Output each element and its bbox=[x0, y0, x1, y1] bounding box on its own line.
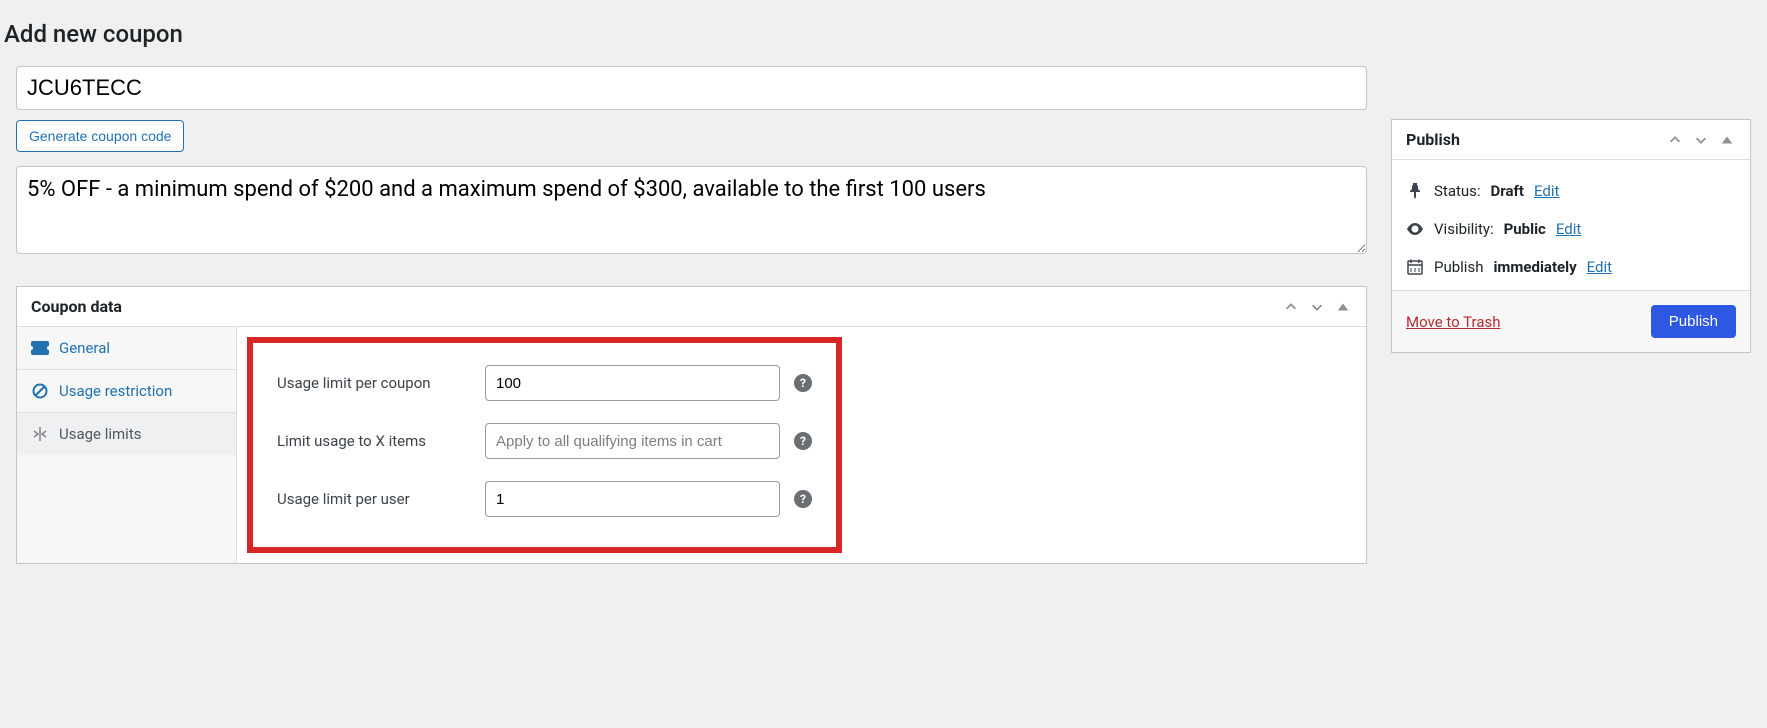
publish-title: Publish bbox=[1406, 130, 1460, 149]
usage-limit-per-coupon-label: Usage limit per coupon bbox=[277, 374, 471, 392]
coupon-data-metabox: Coupon data bbox=[16, 286, 1367, 564]
visibility-label: Visibility: bbox=[1434, 220, 1494, 238]
panel-move-down-icon[interactable] bbox=[1310, 300, 1326, 314]
schedule-label: Publish bbox=[1434, 258, 1483, 276]
panel-move-down-icon[interactable] bbox=[1694, 133, 1710, 147]
panel-toggle-icon[interactable] bbox=[1720, 133, 1736, 147]
usage-limit-per-coupon-input[interactable] bbox=[485, 365, 780, 401]
coupon-data-header: Coupon data bbox=[17, 287, 1366, 327]
tab-usage-limits-label: Usage limits bbox=[59, 425, 141, 443]
status-row: Status: Draft Edit bbox=[1406, 172, 1736, 210]
ticket-icon bbox=[31, 341, 49, 355]
help-icon[interactable]: ? bbox=[794, 432, 812, 450]
visibility-value: Public bbox=[1504, 220, 1546, 238]
help-icon[interactable]: ? bbox=[794, 490, 812, 508]
publish-button[interactable]: Publish bbox=[1651, 305, 1736, 338]
panel-toggle-icon[interactable] bbox=[1336, 300, 1352, 314]
tab-usage-limits[interactable]: Usage limits bbox=[17, 413, 236, 455]
metabox-controls bbox=[1284, 300, 1352, 314]
page-title: Add new coupon bbox=[4, 20, 1767, 48]
tab-general-label: General bbox=[59, 339, 110, 357]
usage-limit-per-user-input[interactable] bbox=[485, 481, 780, 517]
status-value: Draft bbox=[1491, 182, 1524, 200]
move-to-trash-link[interactable]: Move to Trash bbox=[1406, 313, 1500, 331]
publish-metabox: Publish bbox=[1391, 119, 1751, 353]
visibility-row: Visibility: Public Edit bbox=[1406, 210, 1736, 248]
limit-usage-x-items-label: Limit usage to X items bbox=[277, 432, 471, 450]
eye-icon bbox=[1406, 223, 1424, 235]
limit-usage-x-items-input[interactable] bbox=[485, 423, 780, 459]
ban-icon bbox=[31, 383, 49, 399]
schedule-value: immediately bbox=[1493, 258, 1576, 276]
schedule-row: Publish immediately Edit bbox=[1406, 248, 1736, 286]
pin-icon bbox=[1406, 183, 1424, 199]
arrows-collapse-icon bbox=[31, 426, 49, 442]
usage-limit-per-user-label: Usage limit per user bbox=[277, 490, 471, 508]
tab-general[interactable]: General bbox=[17, 327, 236, 370]
tab-usage-restriction[interactable]: Usage restriction bbox=[17, 370, 236, 413]
panel-move-up-icon[interactable] bbox=[1668, 133, 1684, 147]
edit-schedule-link[interactable]: Edit bbox=[1587, 258, 1612, 276]
publish-header: Publish bbox=[1392, 120, 1750, 160]
coupon-data-title: Coupon data bbox=[31, 297, 122, 316]
metabox-controls bbox=[1668, 133, 1736, 147]
highlighted-region: Usage limit per coupon ? Limit usage to … bbox=[247, 337, 842, 553]
coupon-description-textarea[interactable]: 5% OFF - a minimum spend of $200 and a m… bbox=[16, 166, 1367, 254]
panel-move-up-icon[interactable] bbox=[1284, 300, 1300, 314]
coupon-data-tabs: General Usage restriction bbox=[17, 327, 237, 563]
edit-status-link[interactable]: Edit bbox=[1534, 182, 1559, 200]
help-icon[interactable]: ? bbox=[794, 374, 812, 392]
coupon-code-input[interactable] bbox=[16, 66, 1367, 110]
status-label: Status: bbox=[1434, 182, 1481, 200]
usage-limits-panel: Usage limit per coupon ? Limit usage to … bbox=[237, 327, 1366, 563]
edit-visibility-link[interactable]: Edit bbox=[1556, 220, 1581, 238]
calendar-icon bbox=[1406, 259, 1424, 275]
generate-coupon-code-button[interactable]: Generate coupon code bbox=[16, 120, 184, 152]
tab-usage-restriction-label: Usage restriction bbox=[59, 382, 172, 400]
